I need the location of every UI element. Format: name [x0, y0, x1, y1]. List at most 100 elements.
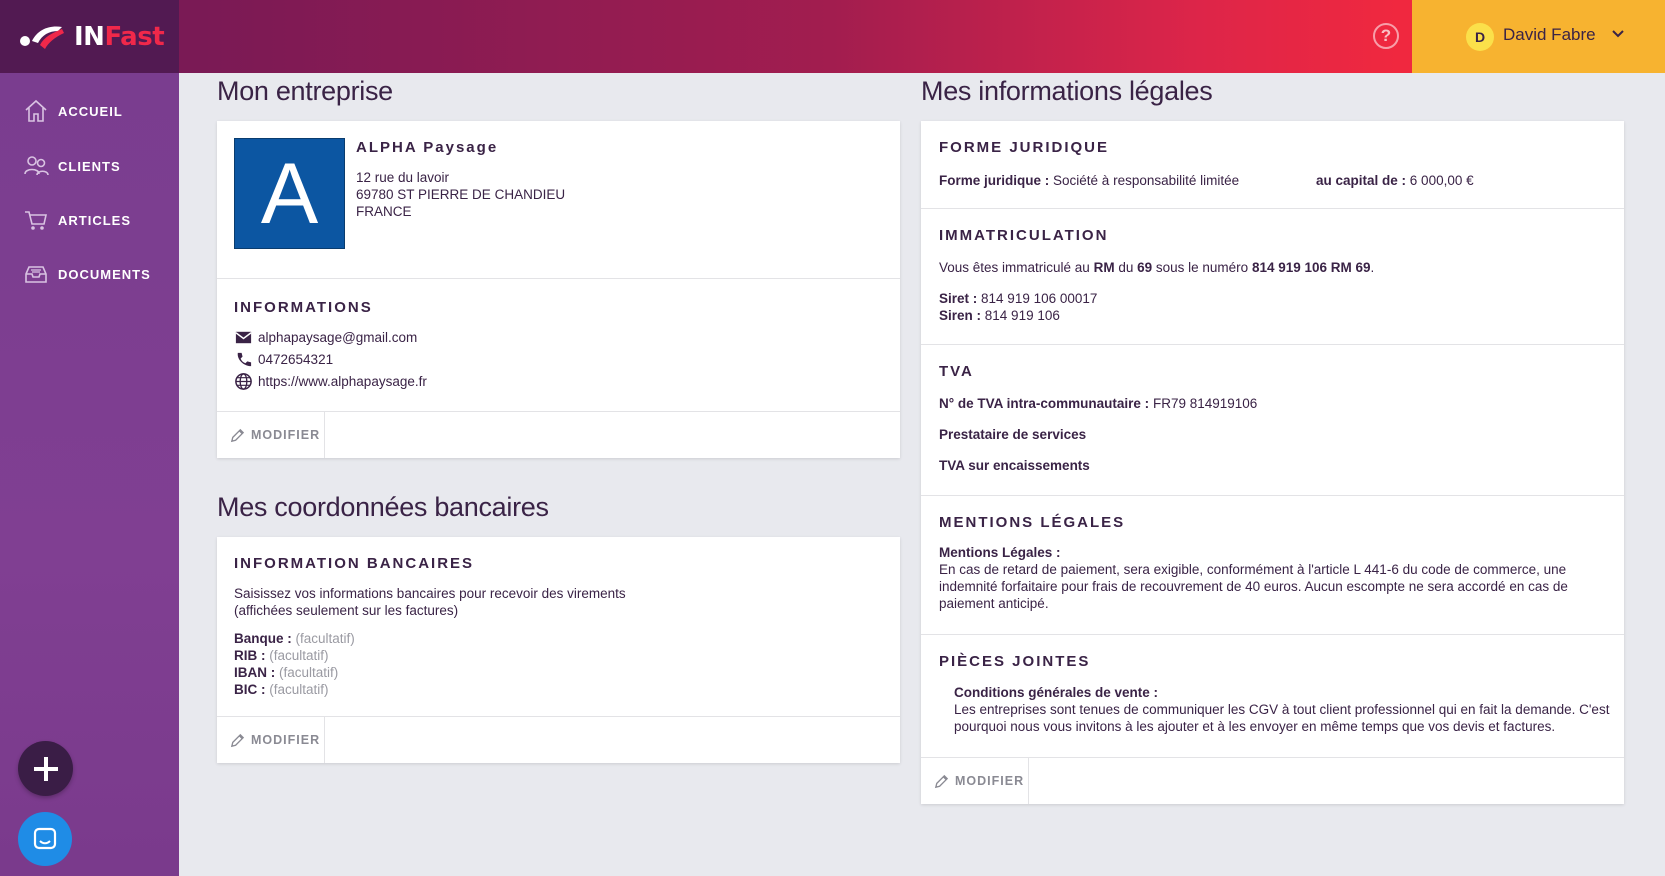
capital-row: au capital de : 6 000,00 €	[1316, 172, 1474, 189]
immat-dep: 69	[1137, 260, 1153, 275]
pencil-icon	[230, 733, 245, 747]
tva-number-row: N° de TVA intra-communautaire : FR79 814…	[939, 395, 1257, 412]
bancaire-heading: INFORMATION BANCAIRES	[234, 555, 475, 572]
forme-heading: FORME JURIDIQUE	[939, 139, 1110, 156]
immat-text: du	[1114, 260, 1138, 275]
cart-icon	[25, 211, 47, 230]
siret-label: Siret :	[939, 291, 978, 306]
sidebar-item-articles[interactable]: ARTICLES	[0, 200, 179, 240]
tva-value: FR79 814919106	[1152, 396, 1258, 411]
bancaire-title: Mes coordonnées bancaires	[217, 492, 549, 522]
plus-icon	[33, 756, 58, 781]
brand-in: IN	[74, 21, 105, 52]
phone-value[interactable]: 0472654321	[258, 351, 333, 368]
forme-juridique-section: FORME JURIDIQUE Forme juridique : Sociét…	[921, 121, 1624, 209]
immat-text: Vous êtes immatriculé au	[939, 260, 1094, 275]
company-address: 12 rue du lavoir 69780 ST PIERRE DE CHAN…	[356, 169, 565, 220]
field-value: (facultatif)	[269, 648, 329, 663]
chat-icon	[33, 827, 57, 850]
field-value: (facultatif)	[269, 682, 329, 697]
siren-value: 814 919 106	[984, 308, 1060, 323]
field-value: (facultatif)	[295, 631, 355, 646]
entreprise-identity: A ALPHA Paysage 12 rue du lavoir 69780 S…	[217, 121, 900, 279]
modify-legales-button[interactable]: MODIFIER	[921, 758, 1029, 804]
mentions-line: indemnité forfaitaire pour frais de reco…	[939, 579, 1568, 594]
immat-rm: RM	[1093, 260, 1115, 275]
sidebar-item-documents[interactable]: DOCUMENTS	[0, 254, 179, 294]
pencil-icon	[934, 774, 949, 788]
forme-label: Forme juridique :	[939, 173, 1050, 188]
email-row: alphapaysage@gmail.com	[234, 326, 427, 348]
rib-field: RIB : (facultatif)	[234, 647, 355, 664]
mentions-line: En cas de retard de paiement, sera exigi…	[939, 562, 1567, 577]
sidebar-item-accueil[interactable]: ACCUEIL	[0, 91, 179, 131]
desc-line: (affichées seulement sur les factures)	[234, 603, 459, 618]
mentions-section: MENTIONS LÉGALES Mentions Légales : En c…	[921, 496, 1624, 635]
forme-value-row: Forme juridique : Société à responsabili…	[939, 172, 1239, 189]
field-label: IBAN :	[234, 665, 276, 680]
globe-icon	[235, 372, 252, 390]
immat-heading: IMMATRICULATION	[939, 227, 1109, 244]
mentions-label: Mentions Légales :	[939, 545, 1061, 560]
bic-field: BIC : (facultatif)	[234, 681, 355, 698]
bancaire-description: Saisissez vos informations bancaires pou…	[234, 585, 626, 619]
sidebar-item-label: ARTICLES	[58, 212, 131, 228]
company-logo: A	[234, 138, 345, 249]
bank-field: Banque : (facultatif)	[234, 630, 355, 647]
website-value[interactable]: https://www.alphapaysage.fr	[258, 373, 427, 390]
help-icon[interactable]: ?	[1373, 23, 1399, 49]
pieces-text: Conditions générales de vente : Les entr…	[954, 684, 1609, 735]
siret-value: 814 919 106 00017	[981, 291, 1098, 306]
modify-bancaire-button[interactable]: MODIFIER	[217, 717, 325, 763]
modify-label: MODIFIER	[251, 733, 321, 747]
bancaire-card: INFORMATION BANCAIRES Saisissez vos info…	[217, 537, 900, 763]
cgv-label: Conditions générales de vente :	[954, 685, 1159, 700]
tva-section: TVA N° de TVA intra-communautaire : FR79…	[921, 345, 1624, 496]
inbox-icon	[25, 266, 47, 283]
phone-row: 0472654321	[234, 348, 427, 370]
legales-card: FORME JURIDIQUE Forme juridique : Sociét…	[921, 121, 1624, 804]
immat-text: sous le numéro	[1152, 260, 1252, 275]
home-icon	[25, 99, 47, 122]
user-menu[interactable]: D David Fabre	[1412, 0, 1665, 73]
modify-entreprise-button[interactable]: MODIFIER	[217, 412, 325, 458]
create-button[interactable]	[18, 741, 73, 796]
phone-icon	[237, 352, 252, 366]
iban-field: IBAN : (facultatif)	[234, 664, 355, 681]
sidebar-item-clients[interactable]: CLIENTS	[0, 146, 179, 186]
desc-line: Saisissez vos informations bancaires pou…	[234, 586, 626, 601]
logo-mark-icon	[20, 26, 64, 49]
app-logo[interactable]: INFast	[0, 0, 179, 73]
tva-heading: TVA	[939, 363, 974, 380]
bancaire-info: INFORMATION BANCAIRES Saisissez vos info…	[217, 537, 900, 717]
capital-value: 6 000,00 €	[1409, 173, 1474, 188]
legales-title: Mes informations légales	[921, 76, 1213, 106]
bancaire-footer: MODIFIER	[217, 717, 900, 763]
forme-value: Société à responsabilité limitée	[1053, 173, 1240, 188]
mentions-heading: MENTIONS LÉGALES	[939, 514, 1126, 531]
address-line: FRANCE	[356, 204, 412, 219]
chat-button[interactable]	[18, 812, 72, 866]
siren-label: Siren :	[939, 308, 982, 323]
field-value: (facultatif)	[279, 665, 339, 680]
entreprise-card: A ALPHA Paysage 12 rue du lavoir 69780 S…	[217, 121, 900, 458]
modify-label: MODIFIER	[251, 428, 321, 442]
pencil-icon	[230, 428, 245, 442]
mail-icon	[235, 331, 252, 343]
tva-prestataire: Prestataire de services	[939, 427, 1087, 442]
address-line: 69780 ST PIERRE DE CHANDIEU	[356, 187, 566, 202]
entreprise-informations: INFORMATIONS alphapaysage@gmail.com 0472…	[217, 279, 900, 412]
pieces-heading: PIÈCES JOINTES	[939, 653, 1091, 670]
siret-siren: Siret : 814 919 106 00017 Siren : 814 91…	[939, 290, 1097, 324]
field-label: RIB :	[234, 648, 266, 663]
company-name: ALPHA Paysage	[356, 139, 499, 156]
cgv-line: pourquoi nous vous invitons à les ajoute…	[954, 719, 1556, 734]
email-value[interactable]: alphapaysage@gmail.com	[258, 329, 417, 346]
entreprise-footer: MODIFIER	[217, 412, 900, 458]
capital-label: au capital de :	[1316, 173, 1407, 188]
chevron-down-icon	[1612, 30, 1624, 38]
entreprise-title: Mon entreprise	[217, 76, 393, 106]
avatar: D	[1466, 23, 1494, 51]
immatriculation-section: IMMATRICULATION Vous êtes immatriculé au…	[921, 209, 1624, 345]
brand-name: INFast	[74, 21, 165, 52]
